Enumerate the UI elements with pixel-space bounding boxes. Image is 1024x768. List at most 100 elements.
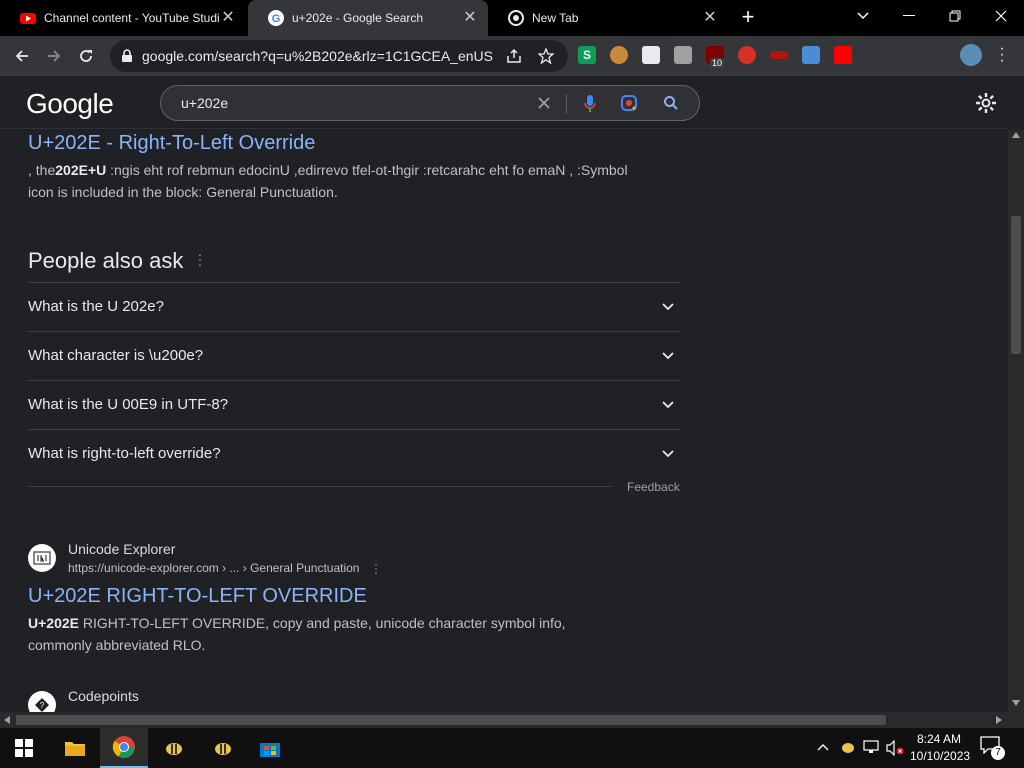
menu-icon[interactable]: · · · xyxy=(998,41,1006,69)
restore-button[interactable] xyxy=(932,0,978,32)
divider xyxy=(566,94,567,114)
tab-youtube-studio[interactable]: Channel content - YouTube Studio ✕ xyxy=(0,0,246,36)
google-logo[interactable]: Google xyxy=(26,88,114,120)
volume-muted-icon[interactable] xyxy=(886,740,904,756)
paa-heading: People also ask xyxy=(28,248,184,273)
paa-question-text: What character is \u200e? xyxy=(28,347,204,364)
snippet-bold: 202E+U xyxy=(55,162,107,178)
tab-new-tab[interactable]: New Tab ✕ xyxy=(488,0,728,36)
notification-badge: 7 xyxy=(991,746,1005,760)
lock-icon xyxy=(122,49,132,62)
snippet-text: RIGHT-TO-LEFT OVERRIDE, copy and paste, … xyxy=(78,615,566,631)
paa-question[interactable]: What is right-to-left override? xyxy=(28,429,680,478)
clock-date[interactable]: 10/10/2023 xyxy=(910,749,970,763)
reload-icon xyxy=(80,50,92,62)
clear-search-icon[interactable] xyxy=(537,96,551,110)
start-button[interactable] xyxy=(0,728,48,768)
folder-icon xyxy=(65,742,85,756)
profile-avatar[interactable] xyxy=(960,44,982,66)
back-button[interactable] xyxy=(8,42,36,70)
reload-button[interactable] xyxy=(72,42,100,70)
minimize-button[interactable] xyxy=(886,0,932,32)
show-hidden-icons-icon[interactable] xyxy=(817,743,829,751)
vertical-scrollbar[interactable] xyxy=(1008,130,1024,712)
paa-question[interactable]: What is the U 00E9 in UTF-8? xyxy=(28,380,680,429)
bee-app-icon xyxy=(215,743,231,755)
scroll-left-icon[interactable] xyxy=(4,716,10,724)
address-bar[interactable]: google.com/search?q=u%2B202e&rlz=1C1GCEA… xyxy=(110,40,568,72)
extension-record-icon[interactable] xyxy=(738,46,756,64)
extension-cookie-icon[interactable] xyxy=(610,46,628,64)
bookmark-star-icon[interactable] xyxy=(538,48,554,64)
forward-button[interactable] xyxy=(40,42,68,70)
vertical-scroll-thumb[interactable] xyxy=(1011,216,1021,354)
snippet-line: commonly abbreviated RLO. xyxy=(28,637,206,653)
tab-strip: Channel content - YouTube Studio ✕ G u+2… xyxy=(0,0,1024,36)
codepoints-icon: ? xyxy=(35,698,49,712)
close-tab-icon[interactable]: ✕ xyxy=(220,10,236,26)
close-tab-icon[interactable]: ✕ xyxy=(462,10,478,26)
scrollbar-corner xyxy=(1008,712,1024,728)
chrome-icon xyxy=(508,10,524,26)
new-tab-button[interactable]: + xyxy=(736,6,760,30)
search-icon[interactable] xyxy=(663,95,679,111)
result-title-link[interactable]: U+202E - Right-To-Left Override xyxy=(28,132,315,155)
extension-mask-icon[interactable] xyxy=(642,46,660,64)
extension-red-icon[interactable] xyxy=(770,51,788,59)
tab-title: u+202e - Google Search xyxy=(292,11,424,25)
snippet-text: , the xyxy=(28,162,56,178)
search-input[interactable]: u+202e xyxy=(181,95,228,111)
paa-more-icon[interactable]: · · · xyxy=(196,247,204,271)
scroll-right-icon[interactable] xyxy=(996,716,1002,724)
extension-youtube-icon[interactable] xyxy=(834,46,852,64)
result-title-link[interactable]: U+202E RIGHT-TO-LEFT OVERRIDE xyxy=(28,585,367,608)
extension-printer-icon[interactable] xyxy=(674,46,692,64)
scroll-down-icon[interactable] xyxy=(1012,700,1020,706)
tab-google-search[interactable]: G u+202e - Google Search ✕ xyxy=(248,0,488,36)
network-icon[interactable] xyxy=(863,740,879,754)
tab-title: Channel content - YouTube Studio xyxy=(44,11,220,25)
youtube-icon xyxy=(20,13,36,24)
close-tab-icon[interactable]: ✕ xyxy=(702,10,718,26)
lens-search-icon[interactable] xyxy=(620,94,638,112)
horizontal-scroll-thumb[interactable] xyxy=(16,715,886,725)
voice-search-icon[interactable] xyxy=(583,94,597,114)
extension-s-icon[interactable]: S xyxy=(578,46,596,64)
file-explorer-taskbar[interactable] xyxy=(51,728,99,768)
svg-text:G: G xyxy=(272,13,281,25)
site-favicon: ? xyxy=(28,691,56,712)
paa-question[interactable]: What is the U 202e? xyxy=(28,282,680,331)
paa-question-text: What is right-to-left override? xyxy=(28,445,221,462)
result-more-icon[interactable]: · · · xyxy=(372,558,380,578)
store-taskbar[interactable] xyxy=(246,728,294,768)
snippet-line: icon is included in the block: General P… xyxy=(28,184,338,200)
back-arrow-icon xyxy=(15,50,28,62)
feedback-link[interactable]: Feedback xyxy=(627,480,680,494)
site-name: Codepoints xyxy=(68,688,139,704)
paa-question[interactable]: What character is \u200e? xyxy=(28,331,680,380)
paa-question-text: What is the U 00E9 in UTF-8? xyxy=(28,396,229,413)
close-window-button[interactable] xyxy=(978,0,1024,32)
chrome-taskbar[interactable] xyxy=(100,728,148,768)
windows-logo-icon xyxy=(15,739,33,757)
chevron-down-icon xyxy=(662,401,674,409)
store-icon xyxy=(260,743,280,757)
result-snippet: , the202E+U :ngis eht rof rebmun edocinU… xyxy=(28,159,668,203)
extension-blue-icon[interactable] xyxy=(802,46,820,64)
svg-text:?: ? xyxy=(40,701,45,710)
clock-time[interactable]: 8:24 AM xyxy=(917,732,961,746)
url-text[interactable]: google.com/search?q=u%2B202e&rlz=1C1GCEA… xyxy=(142,48,494,64)
search-box[interactable]: u+202e xyxy=(160,85,700,121)
app-taskbar-2[interactable] xyxy=(199,728,247,768)
app-taskbar-1[interactable] xyxy=(150,728,198,768)
tab-search-icon[interactable] xyxy=(840,0,886,32)
search-results: U+202E - Right-To-Left Override , the202… xyxy=(0,130,1008,712)
tray-app-icon[interactable] xyxy=(840,739,856,755)
settings-gear-icon[interactable] xyxy=(975,92,997,114)
notification-center-button[interactable]: 7 xyxy=(980,736,1006,760)
scroll-up-icon[interactable] xyxy=(1012,132,1020,138)
snippet-line: , the202E+U :ngis eht rof rebmun edocinU… xyxy=(28,159,668,181)
share-icon[interactable] xyxy=(506,48,522,64)
snippet-line: U+202E RIGHT-TO-LEFT OVERRIDE, copy and … xyxy=(28,612,668,634)
horizontal-scrollbar[interactable] xyxy=(0,712,1008,728)
